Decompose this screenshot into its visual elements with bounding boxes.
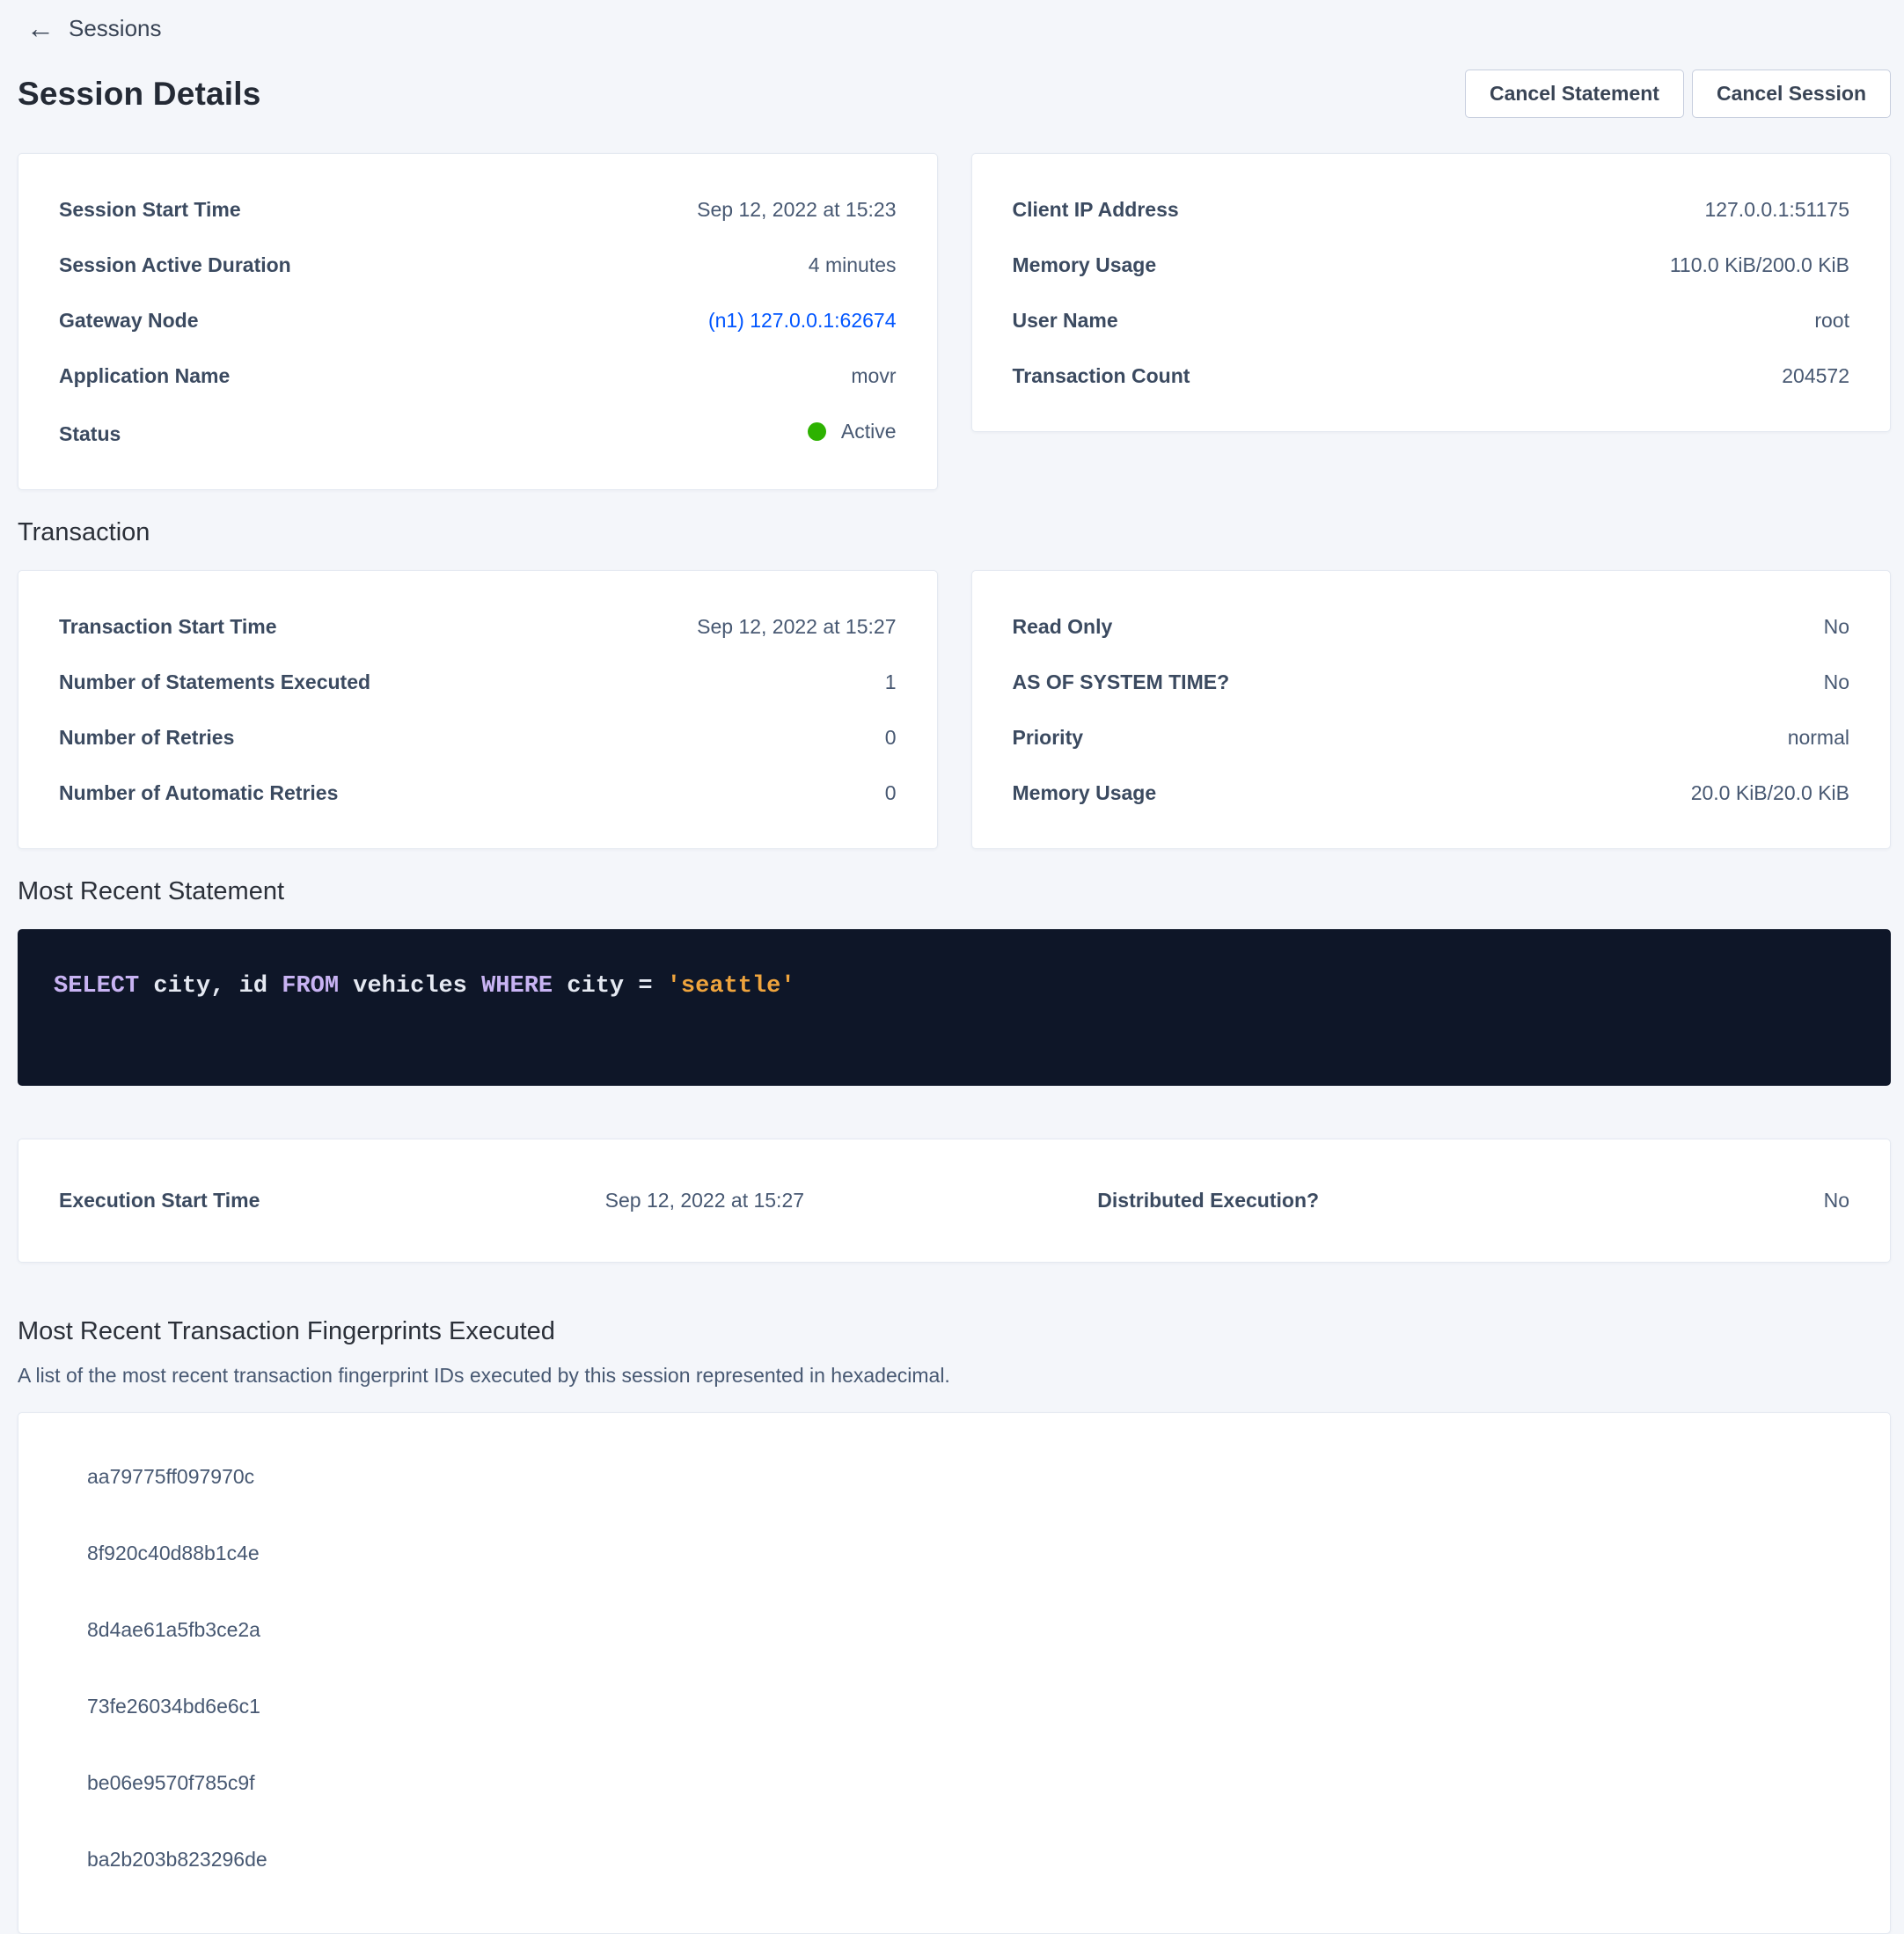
- sql-statement-text: SELECT city, id FROM vehicles WHERE city…: [54, 971, 1855, 1002]
- row-value: 1: [885, 669, 897, 695]
- row-value: 20.0 KiB/20.0 KiB: [1691, 780, 1849, 806]
- session-summary-section: Session Start Time Sep 12, 2022 at 15:23…: [18, 153, 1891, 490]
- row-label: Read Only: [1013, 613, 1131, 640]
- summary-row-read-only: Read Only No: [1013, 613, 1850, 640]
- summary-row-number-of-retries: Number of Retries 0: [59, 724, 897, 751]
- session-summary-card-left: Session Start Time Sep 12, 2022 at 15:23…: [18, 153, 938, 490]
- execution-start-time-label: Execution Start Time: [59, 1189, 605, 1212]
- fingerprint-list-item: aa79775ff097970c: [87, 1463, 1849, 1490]
- row-label: Client IP Address: [1013, 196, 1197, 223]
- row-label: Number of Retries: [59, 724, 252, 751]
- summary-row-client-ip: Client IP Address 127.0.0.1:51175: [1013, 196, 1850, 223]
- row-label: Transaction Start Time: [59, 613, 295, 640]
- row-label: Session Active Duration: [59, 252, 309, 278]
- sql-keyword: FROM: [282, 973, 339, 1000]
- summary-row-transaction-start-time: Transaction Start Time Sep 12, 2022 at 1…: [59, 613, 897, 640]
- row-value: No: [1824, 669, 1849, 695]
- page-title: Session Details: [18, 76, 261, 113]
- row-value: 110.0 KiB/200.0 KiB: [1670, 252, 1849, 278]
- transaction-card-right: Read Only No AS OF SYSTEM TIME? No Prior…: [971, 570, 1892, 849]
- breadcrumb: ← Sessions: [26, 14, 1891, 43]
- fingerprints-section-heading: Most Recent Transaction Fingerprints Exe…: [18, 1317, 1891, 1346]
- summary-row-session-active-duration: Session Active Duration 4 minutes: [59, 252, 897, 278]
- gateway-node-link[interactable]: (n1) 127.0.0.1:62674: [708, 307, 897, 333]
- row-label: Transaction Count: [1013, 363, 1208, 389]
- summary-row-status: Status Active: [59, 418, 897, 447]
- row-label: Memory Usage: [1013, 780, 1175, 806]
- sql-text: city, id: [139, 973, 282, 1000]
- summary-row-session-start-time: Session Start Time Sep 12, 2022 at 15:23: [59, 196, 897, 223]
- row-value: root: [1814, 307, 1849, 333]
- execution-card: Execution Start Time Sep 12, 2022 at 15:…: [18, 1139, 1891, 1263]
- row-value: 0: [885, 724, 897, 751]
- status-badge: Active: [808, 418, 897, 444]
- distributed-execution-label: Distributed Execution?: [1097, 1189, 1473, 1212]
- cancel-session-button[interactable]: Cancel Session: [1692, 70, 1891, 118]
- row-value: Sep 12, 2022 at 15:27: [697, 613, 896, 640]
- row-value: normal: [1788, 724, 1849, 751]
- row-label: Gateway Node: [59, 307, 216, 333]
- summary-row-transaction-count: Transaction Count 204572: [1013, 363, 1850, 389]
- statement-section-heading: Most Recent Statement: [18, 877, 1891, 906]
- distributed-execution-value: No: [1474, 1189, 1849, 1212]
- row-value: movr: [851, 363, 896, 389]
- session-summary-card-right: Client IP Address 127.0.0.1:51175 Memory…: [971, 153, 1892, 432]
- summary-row-automatic-retries: Number of Automatic Retries 0: [59, 780, 897, 806]
- back-link-label: Sessions: [69, 15, 162, 42]
- fingerprints-card: aa79775ff097970c 8f920c40d88b1c4e 8d4ae6…: [18, 1412, 1891, 1934]
- row-label: Application Name: [59, 363, 247, 389]
- fingerprint-list-item: 73fe26034bd6e6c1: [87, 1693, 1849, 1719]
- row-label: Number of Statements Executed: [59, 669, 388, 695]
- sql-statement-block: SELECT city, id FROM vehicles WHERE city…: [18, 929, 1891, 1086]
- summary-row-application-name: Application Name movr: [59, 363, 897, 389]
- row-value: 204572: [1782, 363, 1849, 389]
- sql-keyword: WHERE: [481, 973, 553, 1000]
- transaction-section-heading: Transaction: [18, 518, 1891, 547]
- header-actions: Cancel Statement Cancel Session: [1465, 70, 1891, 118]
- summary-row-gateway-node: Gateway Node (n1) 127.0.0.1:62674: [59, 307, 897, 333]
- fingerprint-list-item: be06e9570f785c9f: [87, 1769, 1849, 1796]
- summary-row-priority: Priority normal: [1013, 724, 1850, 751]
- row-label: Number of Automatic Retries: [59, 780, 355, 806]
- summary-row-user-name: User Name root: [1013, 307, 1850, 333]
- execution-start-time-value: Sep 12, 2022 at 15:27: [605, 1189, 1098, 1212]
- row-label: Status: [59, 421, 138, 447]
- transaction-card-left: Transaction Start Time Sep 12, 2022 at 1…: [18, 570, 938, 849]
- sql-text: vehicles: [339, 973, 481, 1000]
- row-label: AS OF SYSTEM TIME?: [1013, 669, 1248, 695]
- sql-string-literal: 'seattle': [667, 973, 795, 1000]
- status-value: Active: [841, 418, 897, 444]
- sql-text: city =: [553, 973, 667, 1000]
- fingerprints-description: A list of the most recent transaction fi…: [18, 1364, 1891, 1388]
- row-label: Session Start Time: [59, 196, 259, 223]
- cancel-statement-button[interactable]: Cancel Statement: [1465, 70, 1684, 118]
- row-label: Priority: [1013, 724, 1102, 751]
- sql-keyword: SELECT: [54, 973, 139, 1000]
- row-value: 4 minutes: [809, 252, 897, 278]
- transaction-section: Transaction Start Time Sep 12, 2022 at 1…: [18, 570, 1891, 849]
- session-details-page: ← Sessions Session Details Cancel Statem…: [0, 0, 1904, 1934]
- fingerprint-list-item: ba2b203b823296de: [87, 1846, 1849, 1872]
- arrow-left-icon: ←: [26, 14, 55, 42]
- fingerprint-list-item: 8f920c40d88b1c4e: [87, 1540, 1849, 1566]
- summary-row-memory-usage: Memory Usage 110.0 KiB/200.0 KiB: [1013, 252, 1850, 278]
- summary-row-as-of-system-time: AS OF SYSTEM TIME? No: [1013, 669, 1850, 695]
- back-to-sessions-link[interactable]: ← Sessions: [26, 14, 162, 42]
- status-active-dot-icon: [808, 422, 826, 441]
- row-value: 127.0.0.1:51175: [1704, 196, 1849, 223]
- summary-row-statements-executed: Number of Statements Executed 1: [59, 669, 897, 695]
- row-value: 0: [885, 780, 897, 806]
- row-label: User Name: [1013, 307, 1136, 333]
- row-label: Memory Usage: [1013, 252, 1175, 278]
- fingerprint-list-item: 8d4ae61a5fb3ce2a: [87, 1616, 1849, 1643]
- row-value: Sep 12, 2022 at 15:23: [697, 196, 896, 223]
- summary-row-txn-memory-usage: Memory Usage 20.0 KiB/20.0 KiB: [1013, 780, 1850, 806]
- row-value: No: [1824, 613, 1849, 640]
- page-header: Session Details Cancel Statement Cancel …: [18, 70, 1891, 118]
